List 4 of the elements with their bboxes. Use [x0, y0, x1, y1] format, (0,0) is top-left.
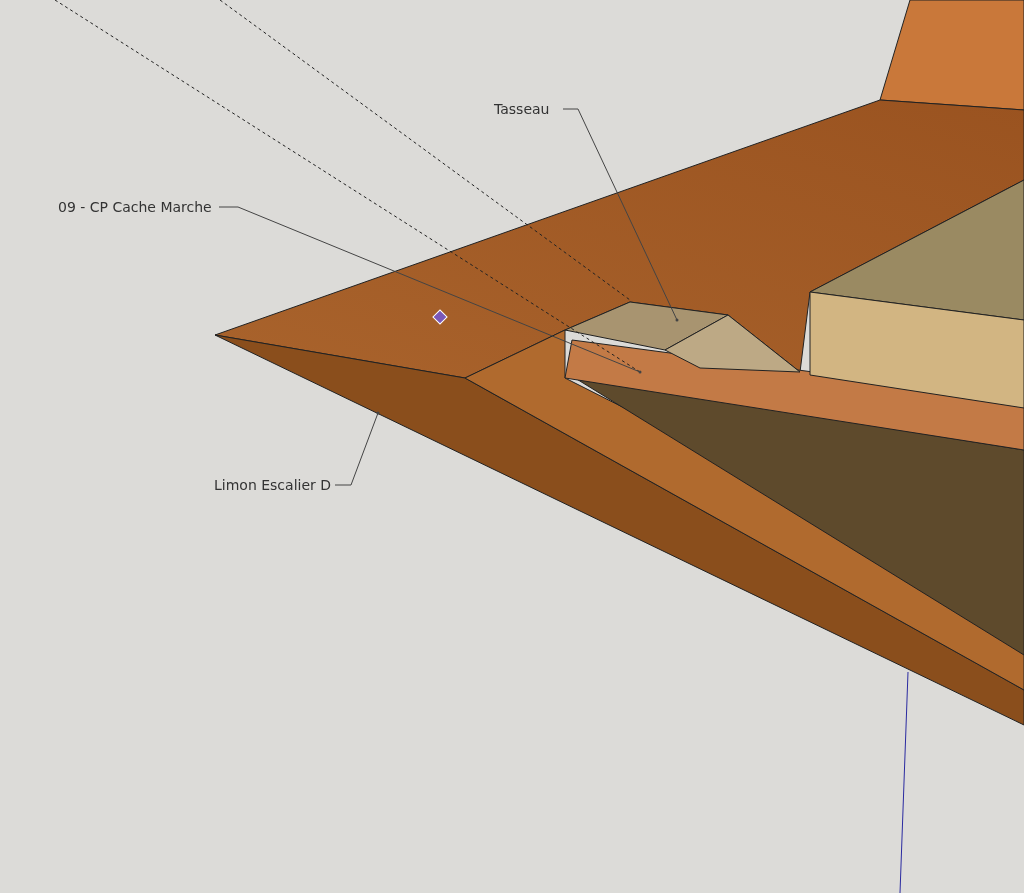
point-marker-icon: [432, 309, 448, 325]
component-label: Limon Escalier D: [214, 477, 331, 493]
component-label: 09 - CP Cache Marche: [58, 199, 212, 215]
component-label: Tasseau: [494, 101, 550, 117]
